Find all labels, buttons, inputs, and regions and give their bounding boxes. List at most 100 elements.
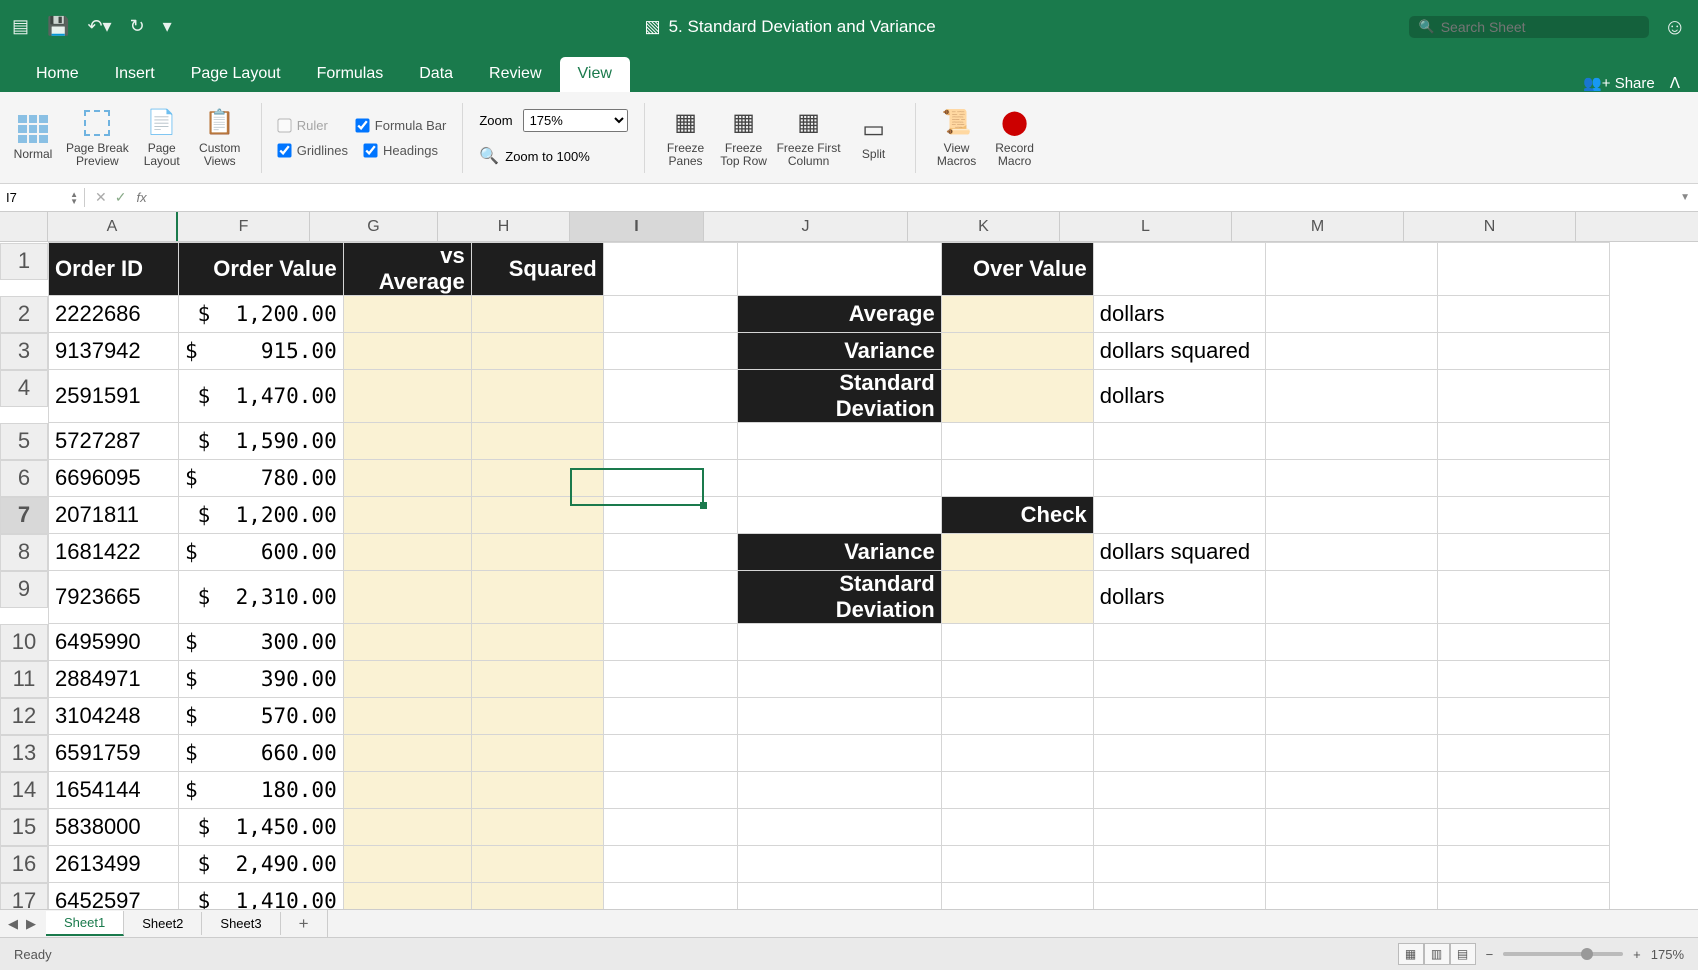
cell-J13[interactable] (737, 735, 941, 772)
cell-J7[interactable] (737, 497, 941, 534)
cell-F1[interactable]: Order Value (179, 243, 344, 296)
cell-H6[interactable] (471, 460, 603, 497)
cell-K13[interactable] (941, 735, 1093, 772)
cell-J16[interactable] (737, 846, 941, 883)
normal-view-button[interactable]: Normal (8, 113, 58, 161)
cell-H4[interactable] (471, 370, 603, 423)
spreadsheet-grid[interactable]: AFGHIJKLMN 1Order IDOrder Valuevs Averag… (0, 212, 1698, 920)
save-icon[interactable]: 💾 (47, 16, 69, 37)
cell-J11[interactable] (737, 661, 941, 698)
cell-I8[interactable] (603, 534, 737, 571)
cell-L8[interactable]: dollars squared (1093, 534, 1265, 571)
cell-G5[interactable] (343, 423, 471, 460)
cell-L13[interactable] (1093, 735, 1265, 772)
cell-L15[interactable] (1093, 809, 1265, 846)
cell-H8[interactable] (471, 534, 603, 571)
cell-N13[interactable] (1437, 735, 1609, 772)
cell-F6[interactable]: $ 780.00 (179, 460, 344, 497)
tab-view[interactable]: View (560, 57, 630, 92)
undo-icon[interactable]: ↶▾ (87, 16, 111, 37)
cell-N11[interactable] (1437, 661, 1609, 698)
normal-view-icon[interactable]: ▦ (1398, 943, 1424, 965)
cell-M12[interactable] (1265, 698, 1437, 735)
cell-L2[interactable]: dollars (1093, 296, 1265, 333)
page-break-button[interactable]: Page Break Preview (66, 107, 129, 168)
cell-I14[interactable] (603, 772, 737, 809)
cell-G6[interactable] (343, 460, 471, 497)
tab-home[interactable]: Home (18, 57, 97, 92)
cell-F4[interactable]: $ 1,470.00 (179, 370, 344, 423)
cell-N1[interactable] (1437, 243, 1609, 296)
freeze-top-row-button[interactable]: ▦Freeze Top Row (719, 107, 769, 168)
cell-H10[interactable] (471, 624, 603, 661)
cell-F7[interactable]: $ 1,200.00 (179, 497, 344, 534)
cell-G4[interactable] (343, 370, 471, 423)
cell-J2[interactable]: Average (737, 296, 941, 333)
add-sheet-button[interactable]: + (281, 910, 328, 938)
cell-A15[interactable]: 5838000 (49, 809, 179, 846)
cell-H12[interactable] (471, 698, 603, 735)
cell-K14[interactable] (941, 772, 1093, 809)
cell-G13[interactable] (343, 735, 471, 772)
feedback-icon[interactable]: ☺ (1664, 14, 1686, 40)
cell-A1[interactable]: Order ID (49, 243, 179, 296)
more-icon[interactable]: ▾ (163, 16, 172, 37)
cell-A7[interactable]: 2071811 (49, 497, 179, 534)
freeze-panes-button[interactable]: ▦Freeze Panes (661, 107, 711, 168)
cell-I16[interactable] (603, 846, 737, 883)
view-macros-button[interactable]: 📜View Macros (932, 107, 982, 168)
cell-K16[interactable] (941, 846, 1093, 883)
cell-H15[interactable] (471, 809, 603, 846)
share-button[interactable]: 👥+ Share (1583, 74, 1655, 92)
sheet-tab-3[interactable]: Sheet3 (202, 912, 280, 935)
cell-I3[interactable] (603, 333, 737, 370)
cell-J1[interactable] (737, 243, 941, 296)
cell-J14[interactable] (737, 772, 941, 809)
record-macro-button[interactable]: ⬤Record Macro (990, 107, 1040, 168)
cell-J8[interactable]: Variance (737, 534, 941, 571)
cell-L9[interactable]: dollars (1093, 571, 1265, 624)
cell-A9[interactable]: 7923665 (49, 571, 179, 624)
zoom-level[interactable]: 175% (1651, 947, 1684, 962)
cell-H11[interactable] (471, 661, 603, 698)
cell-M9[interactable] (1265, 571, 1437, 624)
cell-N7[interactable] (1437, 497, 1609, 534)
cell-M2[interactable] (1265, 296, 1437, 333)
cell-M1[interactable] (1265, 243, 1437, 296)
cell-H3[interactable] (471, 333, 603, 370)
cell-F5[interactable]: $ 1,590.00 (179, 423, 344, 460)
cell-F15[interactable]: $ 1,450.00 (179, 809, 344, 846)
app-icon[interactable]: ▤ (12, 16, 29, 37)
cell-L4[interactable]: dollars (1093, 370, 1265, 423)
enter-icon[interactable]: ✓ (115, 189, 127, 206)
cell-L12[interactable] (1093, 698, 1265, 735)
cell-N12[interactable] (1437, 698, 1609, 735)
cell-A12[interactable]: 3104248 (49, 698, 179, 735)
sheet-tab-1[interactable]: Sheet1 (46, 911, 124, 936)
cell-N2[interactable] (1437, 296, 1609, 333)
cell-N10[interactable] (1437, 624, 1609, 661)
zoom-100-button[interactable]: 🔍 Zoom to 100% (479, 146, 589, 166)
cell-G16[interactable] (343, 846, 471, 883)
cell-N8[interactable] (1437, 534, 1609, 571)
cell-N9[interactable] (1437, 571, 1609, 624)
cell-A10[interactable]: 6495990 (49, 624, 179, 661)
cell-I10[interactable] (603, 624, 737, 661)
cell-H2[interactable] (471, 296, 603, 333)
cell-K15[interactable] (941, 809, 1093, 846)
expand-formula-icon[interactable]: ▼ (1680, 192, 1698, 203)
page-layout-view-icon[interactable]: ▥ (1424, 943, 1450, 965)
cell-A3[interactable]: 9137942 (49, 333, 179, 370)
cell-F14[interactable]: $ 180.00 (179, 772, 344, 809)
cell-J10[interactable] (737, 624, 941, 661)
cell-F16[interactable]: $ 2,490.00 (179, 846, 344, 883)
cell-M13[interactable] (1265, 735, 1437, 772)
cell-N3[interactable] (1437, 333, 1609, 370)
tab-data[interactable]: Data (401, 57, 471, 92)
cell-I2[interactable] (603, 296, 737, 333)
cell-K8[interactable] (941, 534, 1093, 571)
redo-icon[interactable]: ↻ (130, 16, 145, 37)
cell-A14[interactable]: 1654144 (49, 772, 179, 809)
zoom-slider[interactable] (1503, 952, 1623, 956)
cell-M4[interactable] (1265, 370, 1437, 423)
